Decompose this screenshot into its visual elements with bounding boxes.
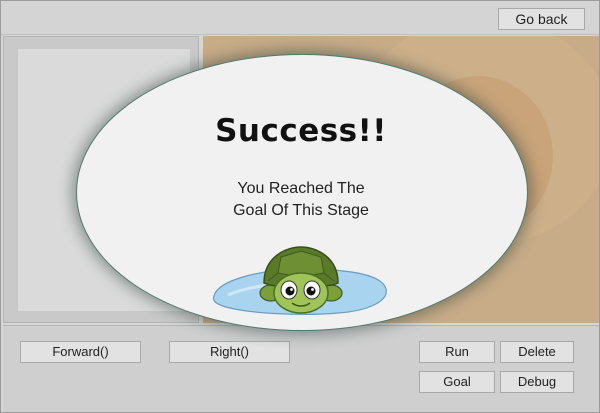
dialog-message-line2: Goal Of This Stage <box>233 202 369 219</box>
dialog-title: Success!! <box>215 113 387 149</box>
success-dialog: Success!! You Reached The Goal Of This S… <box>1 1 599 412</box>
dialog-message: You Reached The Goal Of This Stage <box>151 178 451 222</box>
dialog-message-line1: You Reached The <box>237 180 365 197</box>
app-window: Go back Forward() Right() Run Delete Goa… <box>0 0 600 413</box>
turtle-art <box>212 246 387 315</box>
